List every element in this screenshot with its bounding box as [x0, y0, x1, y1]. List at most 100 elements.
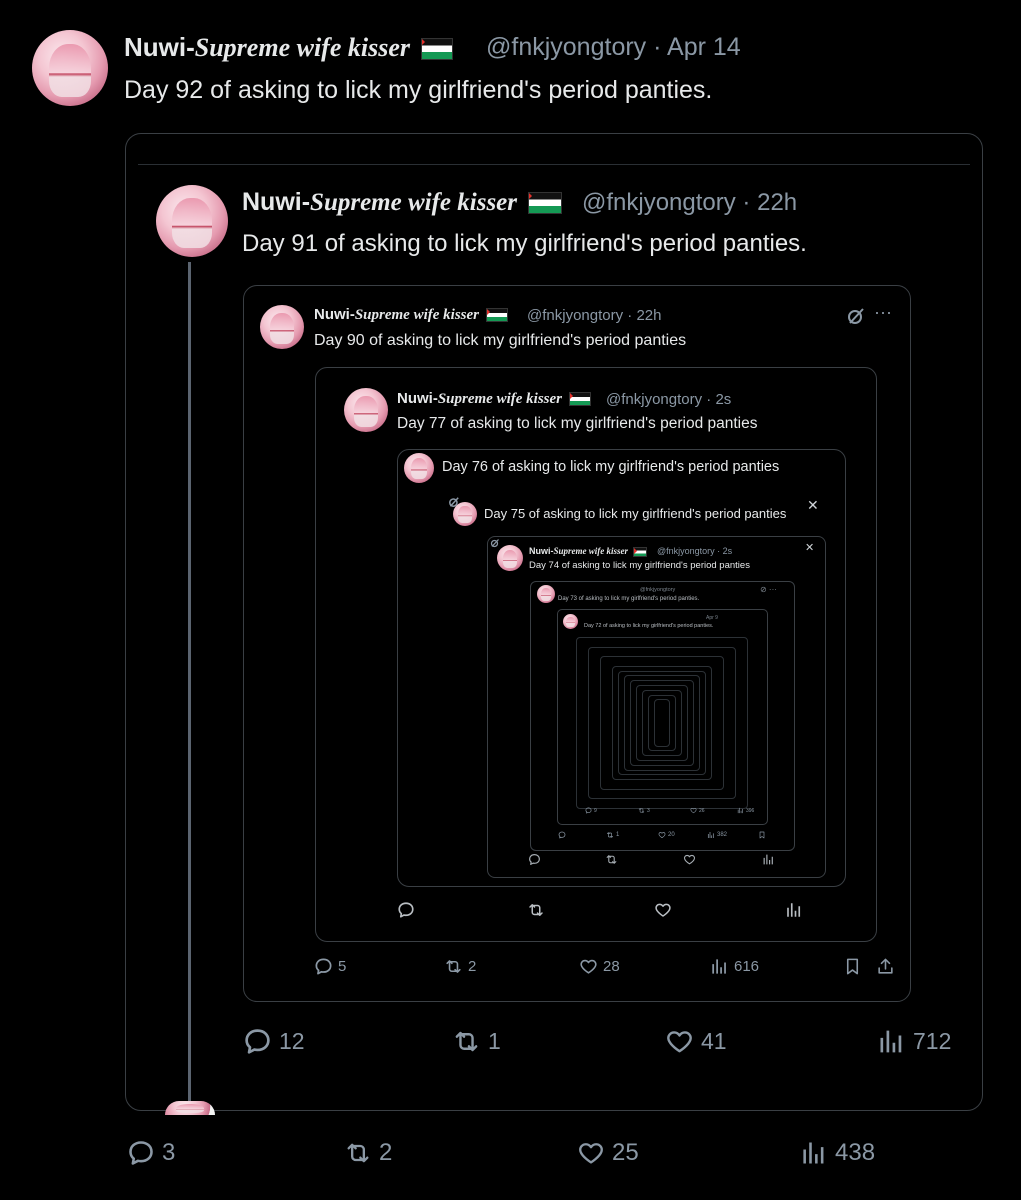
bookmark-icon — [758, 831, 766, 839]
retweet-button[interactable]: 1 — [606, 831, 619, 839]
avatar[interactable] — [563, 614, 578, 629]
retweet-button[interactable] — [605, 853, 618, 866]
grok-icon[interactable] — [846, 306, 866, 326]
bar-chart-icon — [785, 901, 803, 919]
bar-chart-button[interactable] — [785, 901, 803, 919]
author-handle: @fnkjyongtory — [657, 546, 715, 556]
author-name-styled: Supreme wife kisser — [553, 546, 629, 556]
avatar[interactable] — [156, 185, 228, 257]
avatar[interactable] — [497, 545, 523, 571]
speech-bubble-icon — [558, 831, 566, 839]
heart-icon — [665, 1027, 694, 1056]
action-count: 1 — [488, 1028, 501, 1054]
speech-bubble-button[interactable] — [558, 831, 566, 839]
author-handle-time[interactable]: @fnkjyongtory · 2s — [606, 391, 731, 408]
speech-bubble-button[interactable] — [528, 853, 541, 866]
avatar[interactable] — [260, 305, 304, 349]
retweet-button[interactable] — [527, 901, 545, 919]
heart-icon — [577, 1139, 605, 1167]
avatar[interactable] — [344, 388, 388, 432]
avatar[interactable] — [32, 30, 108, 106]
tweet-text: Day 90 of asking to lick my girlfriend's… — [314, 332, 687, 349]
tweet-time: 2s — [715, 391, 732, 408]
author-handle: @fnkjyongtory — [527, 307, 624, 324]
palestine-flag-icon — [486, 308, 509, 323]
avatar[interactable] — [537, 585, 555, 603]
avatar[interactable] — [404, 453, 434, 483]
retweet-button[interactable]: 2 — [444, 957, 476, 976]
action-count: 25 — [612, 1139, 639, 1166]
share-button[interactable] — [876, 957, 895, 976]
tweet-time: 22h — [636, 307, 662, 324]
author-name[interactable]: Nuwi-Supreme wife kisser — [314, 306, 509, 324]
heart-button[interactable]: 20 — [658, 831, 675, 839]
palestine-flag-icon — [569, 392, 592, 407]
author-name-styled: Supreme wife kisser — [194, 33, 410, 62]
avatar[interactable] — [453, 502, 477, 526]
more-icon[interactable]: ⊘ ··· — [760, 585, 777, 594]
author-name[interactable]: Nuwi-Supreme wife kisser — [242, 188, 562, 217]
action-count: 2 — [379, 1139, 393, 1166]
heart-button[interactable] — [654, 901, 672, 919]
close-icon[interactable]: ✕ — [805, 541, 814, 554]
retweet-button[interactable]: 1 — [452, 1027, 501, 1056]
speech-bubble-button[interactable]: 5 — [314, 957, 346, 976]
share-icon — [876, 957, 895, 976]
author-handle: @fnkjyongtory — [582, 189, 736, 216]
bar-chart-button[interactable] — [762, 853, 775, 866]
more-icon[interactable]: ··· — [874, 302, 892, 323]
speech-bubble-icon — [314, 957, 333, 976]
author-handle-time[interactable]: @fnkjyongtory · 22h — [582, 189, 797, 217]
speech-bubble-icon — [127, 1139, 155, 1167]
action-count: 20 — [668, 832, 675, 838]
action-count: 2 — [468, 958, 477, 975]
heart-button[interactable]: 41 — [665, 1027, 727, 1056]
retweet-icon — [605, 853, 618, 866]
heart-icon — [683, 853, 696, 866]
bar-chart-button[interactable]: 616 — [710, 957, 759, 976]
nested-quote-frame — [654, 699, 670, 747]
grok-icon[interactable] — [490, 538, 500, 548]
author-handle: @fnkjyongtory — [606, 391, 703, 408]
heart-button[interactable] — [683, 853, 696, 866]
bar-chart-button[interactable]: 438 — [800, 1139, 875, 1167]
avatar[interactable] — [165, 1101, 215, 1115]
tweet-text: Day 77 of asking to lick my girlfriend's… — [397, 415, 758, 432]
heart-icon — [658, 831, 666, 839]
bar-chart-icon — [710, 957, 729, 976]
heart-button[interactable]: 25 — [577, 1139, 639, 1167]
action-count: 396 — [746, 807, 755, 814]
bar-chart-icon — [877, 1027, 906, 1056]
retweet-icon — [452, 1027, 481, 1056]
author-handle-time[interactable]: @fnkjyongtory · 22h — [527, 307, 661, 324]
tweet-time: Apr 9 — [706, 615, 718, 621]
bar-chart-button[interactable]: 712 — [877, 1027, 951, 1056]
retweet-icon — [527, 901, 545, 919]
close-icon[interactable]: ✕ — [807, 497, 819, 514]
heart-button[interactable]: 26 — [690, 807, 705, 814]
bookmark-icon — [843, 957, 862, 976]
action-count: 438 — [835, 1139, 876, 1166]
author-handle-time[interactable]: @fnkjyongtory · 2s — [657, 546, 732, 556]
author-name[interactable]: Nuwi-Supreme wife kisser — [124, 32, 454, 63]
author-name[interactable]: Nuwi-Supreme wife kisser — [397, 390, 592, 408]
speech-bubble-button[interactable]: 3 — [127, 1139, 175, 1167]
author-name[interactable]: Nuwi-Supreme wife kisser — [529, 546, 647, 557]
bar-chart-button[interactable]: 396 — [737, 807, 754, 814]
retweet-button[interactable]: 2 — [344, 1139, 392, 1167]
speech-bubble-icon — [397, 901, 415, 919]
retweet-button[interactable]: 3 — [638, 807, 650, 814]
heart-button[interactable]: 28 — [579, 957, 620, 976]
speech-bubble-button[interactable]: 9 — [585, 807, 597, 814]
author-name-prefix: Nuwi- — [314, 306, 355, 323]
bookmark-button[interactable] — [843, 957, 862, 976]
action-count: 12 — [279, 1028, 305, 1054]
bar-chart-icon — [707, 831, 715, 839]
speech-bubble-button[interactable]: 12 — [243, 1027, 305, 1056]
author-name-styled: Supreme wife kisser — [354, 307, 479, 323]
author-handle-time[interactable]: @fnkjyongtory · Apr 14 — [486, 33, 741, 62]
bookmark-button[interactable] — [758, 831, 766, 839]
author-name-prefix: Nuwi- — [124, 32, 195, 62]
bar-chart-button[interactable]: 382 — [707, 831, 727, 839]
speech-bubble-button[interactable] — [397, 901, 415, 919]
